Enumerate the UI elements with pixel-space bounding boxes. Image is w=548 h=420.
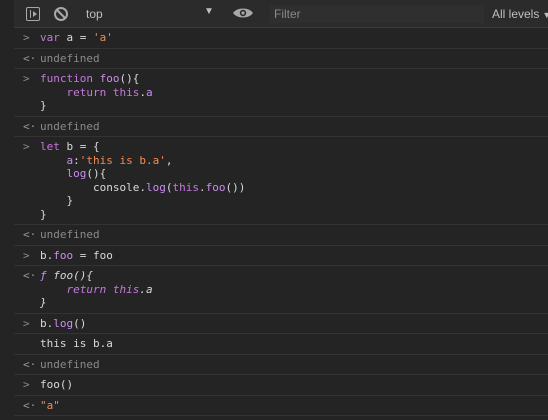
chevron-right-icon: > — [23, 378, 30, 391]
console-output-row: <· "a" — [14, 396, 548, 416]
console-input-row: > function foo(){ return this.a } — [14, 69, 548, 117]
console-output-row: <· undefined — [14, 117, 548, 137]
chevron-down-icon: ▼ — [542, 10, 548, 20]
log-levels-dropdown[interactable]: All levels ▼ — [492, 7, 548, 21]
console-output-row: <· undefined — [14, 225, 548, 246]
return-arrow-icon: <· — [23, 269, 37, 282]
chevron-right-icon: > — [23, 140, 30, 153]
return-arrow-icon: <· — [23, 119, 37, 133]
chevron-down-icon[interactable]: ▼ — [204, 6, 214, 17]
filter-input[interactable] — [270, 5, 484, 23]
console-input-row: > foo() — [14, 375, 548, 396]
output-value: undefined — [40, 119, 100, 133]
console-output-row: <· undefined — [14, 49, 548, 69]
console-output-row: <· ƒ foo(){ return this.a } — [14, 266, 548, 314]
context-selector[interactable]: top — [86, 7, 103, 21]
log-message: this is b.a — [40, 337, 113, 350]
output-value: "a" — [40, 398, 60, 412]
console-log: > var a = 'a' <· undefined > function foo()… — [14, 28, 548, 420]
return-arrow-icon: <· — [23, 357, 37, 371]
chevron-right-icon: > — [23, 248, 30, 262]
console-input-row: > let b = { a:'this is b.a', log(){ conso… — [14, 137, 548, 225]
console-input-row: > var a = 'a' — [14, 28, 548, 49]
console-prompt[interactable]: > — [14, 416, 548, 420]
clear-console-icon[interactable] — [54, 7, 68, 21]
log-levels-label: All levels — [492, 7, 540, 21]
input-code: foo() — [40, 378, 74, 391]
sidebar-toggle-icon[interactable] — [26, 7, 40, 21]
return-arrow-icon: <· — [23, 51, 37, 65]
output-value: undefined — [40, 51, 100, 65]
console-input-row: > b.foo = foo — [14, 246, 548, 266]
console-toolbar: top ▼ All levels▼ — [14, 0, 548, 28]
console-output-row: <· undefined — [14, 355, 548, 375]
chevron-right-icon: > — [23, 31, 30, 44]
eye-icon[interactable] — [232, 5, 254, 21]
chevron-right-icon: > — [23, 316, 30, 330]
chevron-right-icon: > — [23, 72, 30, 85]
console-log-row: this is b.a — [14, 334, 548, 355]
return-arrow-icon: <· — [23, 398, 37, 412]
output-value: undefined — [40, 357, 100, 371]
console-input-row: > b.log() — [14, 314, 548, 334]
output-value: undefined — [40, 228, 100, 241]
devtools-console: top ▼ All levels▼ >var a = 'a' <·undefin… — [0, 0, 548, 420]
return-arrow-icon: <· — [23, 228, 37, 241]
